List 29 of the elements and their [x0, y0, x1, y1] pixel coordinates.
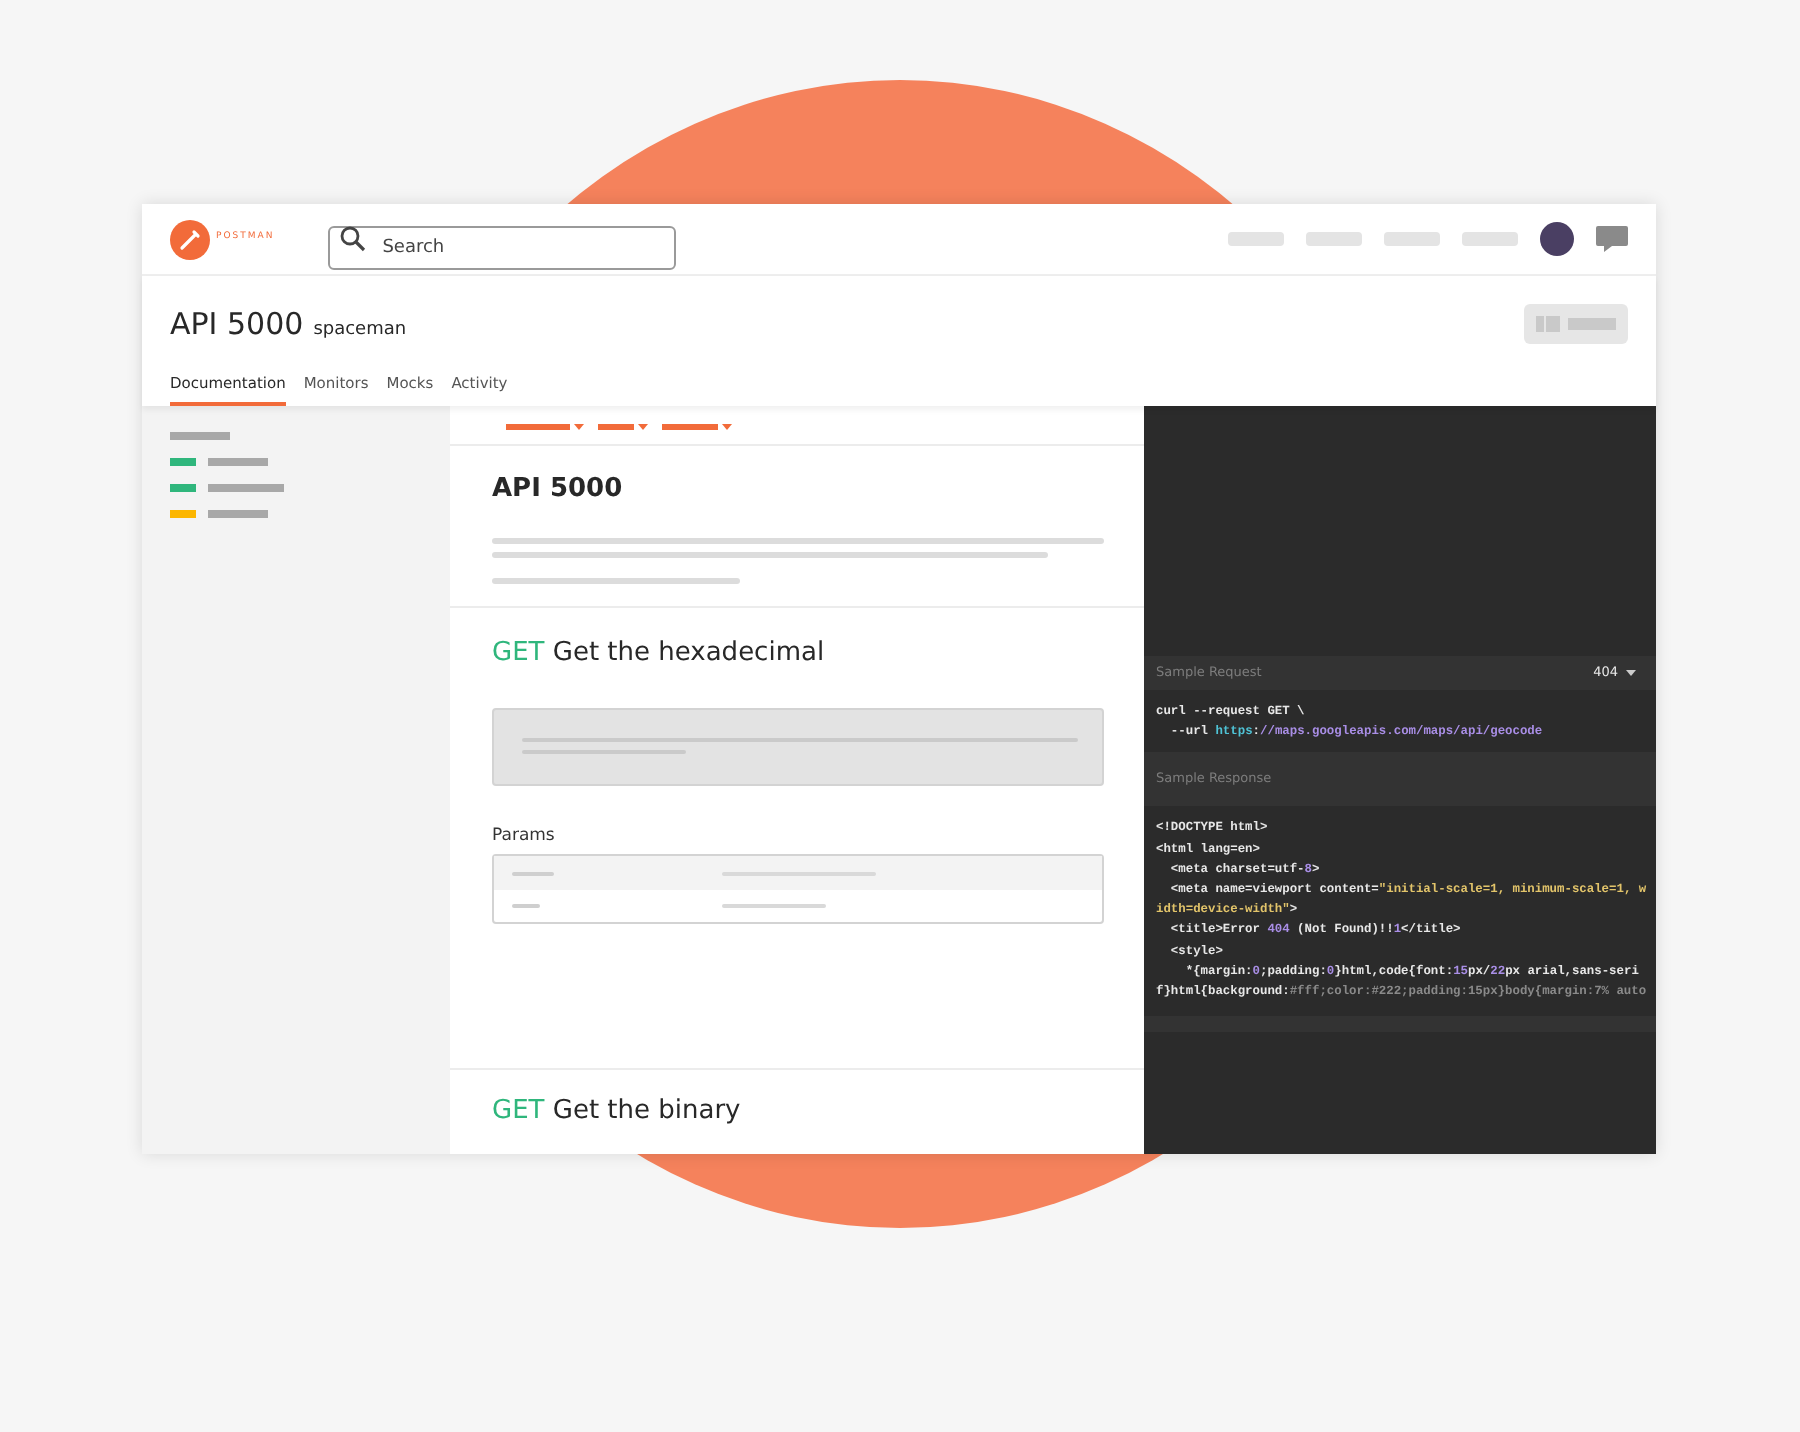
- logo-icon: [170, 219, 210, 259]
- dropdown-placeholder[interactable]: [662, 422, 734, 434]
- nav-placeholder: [1384, 232, 1440, 246]
- view-toggle-button[interactable]: [1524, 304, 1628, 345]
- text-placeholder-bar: [512, 871, 554, 876]
- search-icon: [340, 225, 367, 251]
- nav-placeholder: [1228, 232, 1284, 246]
- owner-name: spaceman: [313, 318, 407, 344]
- api-title: API 5000: [170, 304, 304, 346]
- layout-icon: [1536, 316, 1560, 333]
- chat-icon[interactable]: [1596, 225, 1628, 253]
- search-field[interactable]: Search: [328, 225, 677, 269]
- text-placeholder-bar: [722, 904, 826, 909]
- text-placeholder-bar: [512, 904, 540, 909]
- params-label: Params: [492, 823, 557, 849]
- text-placeholder-bar: [208, 484, 284, 492]
- text-placeholder-bar: [170, 432, 230, 440]
- text-placeholder-bar: [208, 510, 268, 518]
- endpoint-title: GET Get the hexadecimal: [492, 636, 827, 672]
- text-placeholder-bar: [208, 458, 268, 466]
- caret-icon: [1626, 670, 1636, 676]
- endpoint-title: GET Get the binary: [492, 1094, 741, 1131]
- text-placeholder-bar: [1568, 318, 1616, 331]
- nav-placeholder: [1462, 232, 1518, 246]
- avatar[interactable]: [1540, 222, 1574, 256]
- dropdown-placeholder[interactable]: [506, 422, 586, 434]
- doc-title: API 5000: [492, 472, 625, 508]
- dropdown-placeholder[interactable]: [598, 422, 650, 434]
- nav-placeholder: [1306, 232, 1362, 246]
